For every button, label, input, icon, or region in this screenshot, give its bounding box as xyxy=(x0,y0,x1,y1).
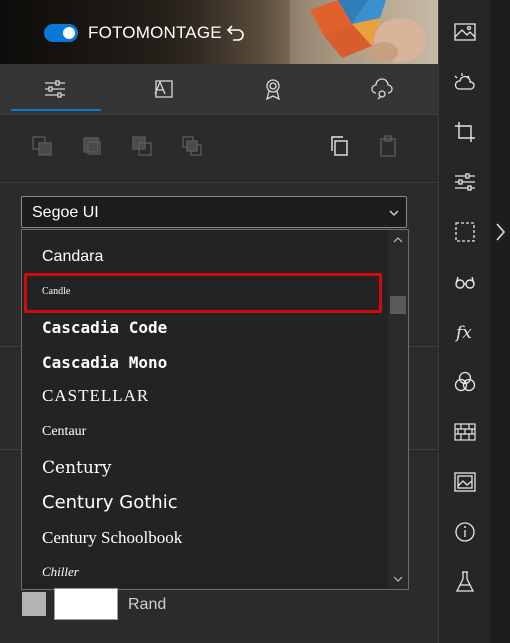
weather-icon[interactable] xyxy=(453,70,477,94)
font-option[interactable]: Cascadia Code xyxy=(42,318,167,337)
selection-icon[interactable] xyxy=(453,220,477,244)
scrollbar-thumb[interactable] xyxy=(390,296,406,314)
font-option[interactable]: CASTELLAR xyxy=(42,386,149,406)
brick-texture-icon[interactable] xyxy=(453,420,477,444)
font-option[interactable]: Century Gothic xyxy=(42,492,178,513)
font-dropdown-list[interactable]: Candara Candle Cascadia Code Cascadia Mo… xyxy=(21,229,409,590)
header-banner: FOTOMONTAGE xyxy=(0,0,438,64)
adjust-sliders-icon xyxy=(44,80,65,98)
dropdown-scrollbar[interactable] xyxy=(388,230,408,589)
text-icon xyxy=(153,80,173,98)
color-swatch-grey[interactable] xyxy=(22,592,46,616)
crop-icon[interactable] xyxy=(453,120,477,144)
info-icon[interactable] xyxy=(453,520,477,544)
chevron-right-icon[interactable] xyxy=(494,222,506,242)
tab-text[interactable] xyxy=(109,64,218,114)
font-option[interactable]: Candara xyxy=(42,248,103,266)
font-option[interactable]: Century xyxy=(42,458,112,478)
tab-badge[interactable] xyxy=(218,64,327,114)
picture-frame-icon[interactable] xyxy=(453,470,477,494)
tool-sidebar: fx xyxy=(438,0,490,643)
layer-toolbar xyxy=(0,116,438,183)
layer-back-icon[interactable] xyxy=(30,134,54,158)
font-family-select[interactable]: Segoe UI xyxy=(21,196,407,228)
fotomontage-toggle[interactable] xyxy=(44,24,78,42)
svg-text:fx: fx xyxy=(454,323,472,343)
undo-icon[interactable] xyxy=(226,22,246,42)
tab-adjust[interactable] xyxy=(0,64,109,114)
chevron-down-icon xyxy=(389,210,399,216)
copy-icon[interactable] xyxy=(328,134,352,158)
cloud-settings-icon xyxy=(370,78,393,100)
font-select-value: Segoe UI xyxy=(32,204,99,221)
layer-backward-icon[interactable] xyxy=(80,134,104,158)
paste-icon[interactable] xyxy=(376,134,400,158)
sliders-icon[interactable] xyxy=(453,170,477,194)
scroll-down-icon[interactable] xyxy=(392,573,404,585)
color-swatch-white[interactable] xyxy=(54,588,118,620)
toggle-knob xyxy=(63,27,75,39)
scroll-up-icon[interactable] xyxy=(392,234,404,246)
font-option[interactable]: Chiller xyxy=(42,564,79,580)
color-circles-icon[interactable] xyxy=(453,370,477,394)
glasses-icon[interactable] xyxy=(453,270,477,294)
font-option[interactable]: Cascadia Mono xyxy=(42,353,167,372)
tab-cloud[interactable] xyxy=(327,64,436,114)
flask-icon[interactable] xyxy=(453,570,477,594)
collapse-strip[interactable] xyxy=(490,0,510,643)
badge-icon xyxy=(265,79,280,101)
layer-front-icon[interactable] xyxy=(180,134,204,158)
font-option[interactable]: Centaur xyxy=(42,424,86,440)
panel-title: FOTOMONTAGE xyxy=(88,23,222,42)
fx-icon[interactable]: fx xyxy=(453,320,477,344)
fotomontage-panel: FOTOMONTAGE Segoe UI Candara Candle Casc… xyxy=(0,0,438,643)
layer-forward-icon[interactable] xyxy=(130,134,154,158)
tab-bar xyxy=(0,64,438,115)
font-option[interactable]: Century Schoolbook xyxy=(42,528,182,548)
image-landscape-icon[interactable] xyxy=(453,20,477,44)
border-label: Rand xyxy=(128,596,167,613)
highlight-box xyxy=(24,273,382,313)
